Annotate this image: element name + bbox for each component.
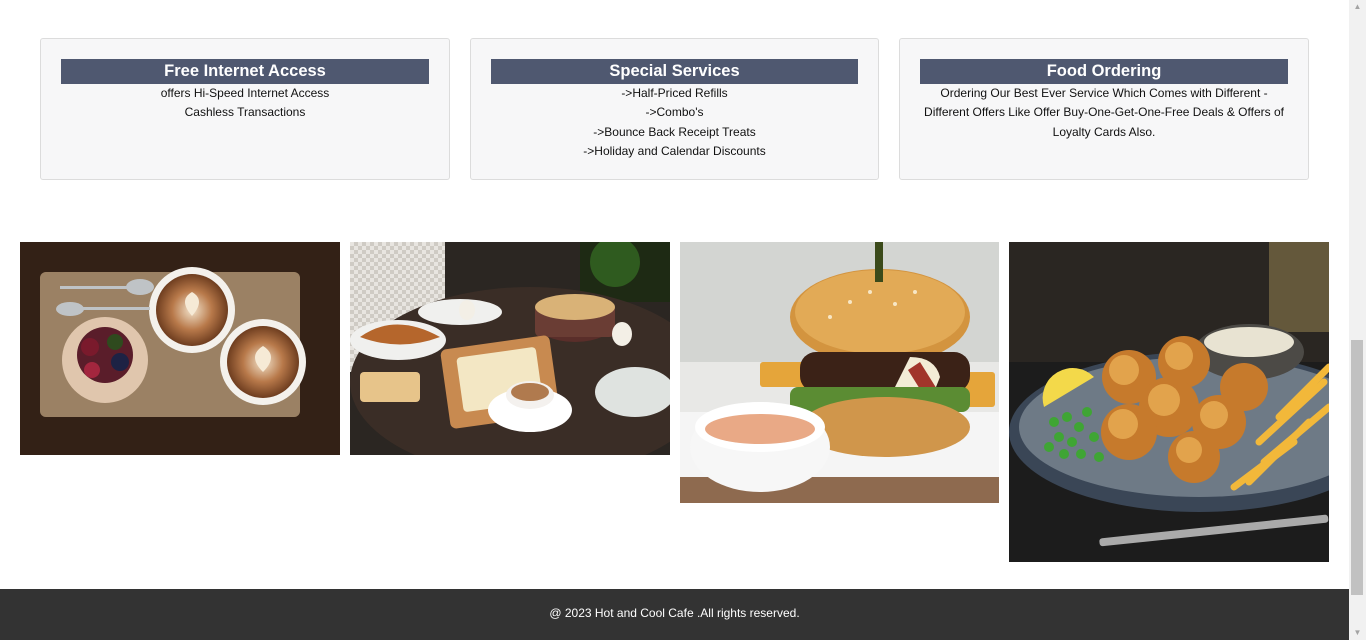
card-line: ->Half-Priced Refills: [621, 86, 728, 100]
copyright-text: @ 2023 Hot and Cool Cafe .All rights res…: [549, 606, 800, 620]
card-food-ordering: Food Ordering Ordering Our Best Ever Ser…: [899, 38, 1309, 180]
scroll-down-arrow-icon[interactable]: ▼: [1349, 626, 1366, 640]
card-line: offers Hi-Speed Internet Access: [160, 86, 330, 100]
card-line: ->Bounce Back Receipt Treats: [593, 124, 756, 139]
gallery-image-breakfast: [350, 242, 670, 455]
page: Free Internet Access offers Hi-Speed Int…: [0, 0, 1349, 640]
card-body: offers Hi-Speed Internet Access Cashless…: [41, 84, 449, 123]
scroll-up-arrow-icon[interactable]: ▲: [1349, 0, 1366, 14]
card-line: ->Holiday and Calendar Discounts: [583, 143, 766, 158]
scrollbar[interactable]: ▲ ▼: [1349, 0, 1366, 640]
card-title: Free Internet Access: [61, 59, 429, 84]
card-line: Cashless Transactions: [184, 105, 306, 120]
gallery-image-burger: [680, 242, 999, 503]
footer: @ 2023 Hot and Cool Cafe .All rights res…: [0, 589, 1349, 640]
card-body: ->Half-Priced Refills ->Combo's ->Bounce…: [471, 84, 878, 161]
card-title: Special Services: [491, 59, 858, 84]
gallery-image-coffee: [20, 242, 340, 455]
card-title: Food Ordering: [920, 59, 1288, 84]
scroll-thumb[interactable]: [1351, 340, 1363, 595]
card-free-internet: Free Internet Access offers Hi-Speed Int…: [40, 38, 450, 180]
card-special-services: Special Services ->Half-Priced Refills -…: [470, 38, 879, 180]
card-line: ->Combo's: [645, 105, 704, 120]
card-text: Ordering Our Best Ever Service Which Com…: [924, 86, 1284, 139]
card-body: Ordering Our Best Ever Service Which Com…: [900, 84, 1308, 142]
gallery-image-fried-chicken: [1009, 242, 1329, 562]
